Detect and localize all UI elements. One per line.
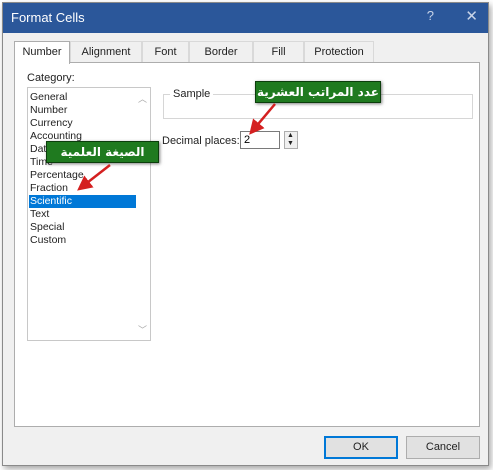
decimal-arrow bbox=[249, 103, 276, 135]
annotation-arrows bbox=[77, 103, 276, 191]
tab-number[interactable]: Number bbox=[14, 41, 70, 64]
scientific-arrow bbox=[77, 164, 111, 191]
